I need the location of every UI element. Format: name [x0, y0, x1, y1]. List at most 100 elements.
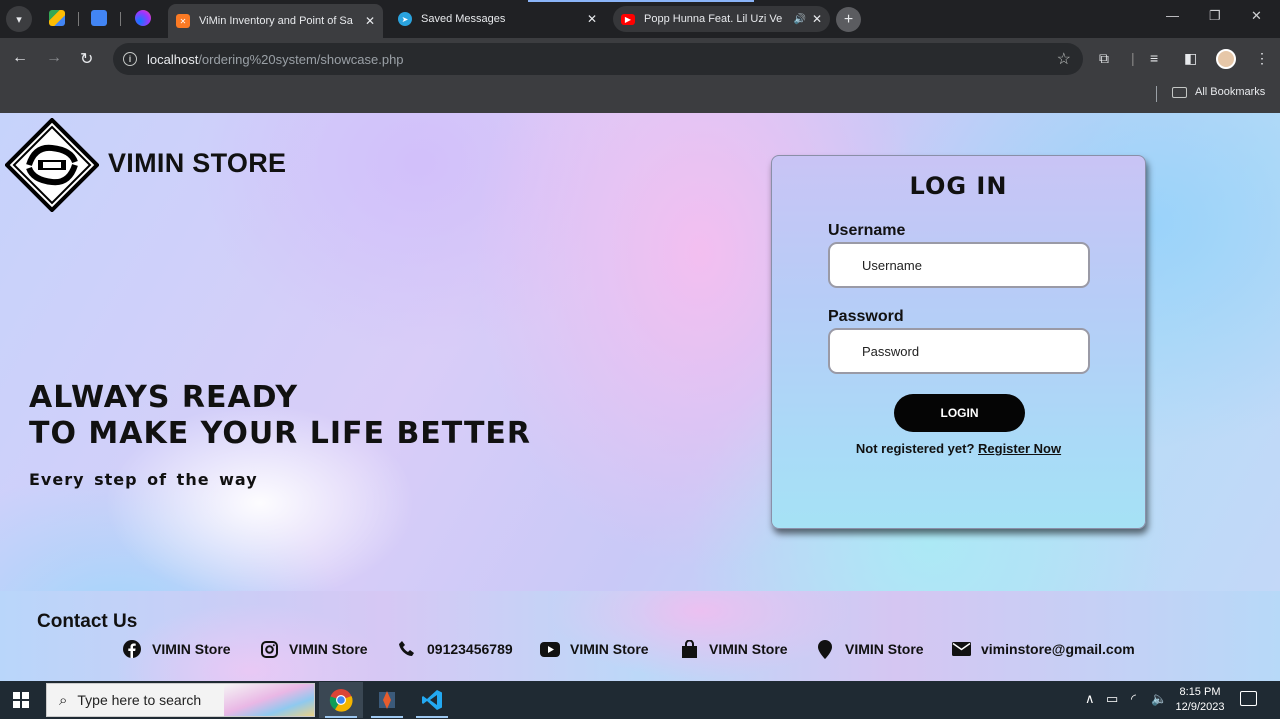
tab-saved-messages[interactable]: ➤ Saved Messages ✕ — [390, 4, 605, 34]
back-icon[interactable]: ← — [12, 49, 28, 67]
minimize-icon[interactable]: — — [1166, 8, 1179, 23]
close-icon[interactable]: ✕ — [812, 12, 822, 26]
contact-title: Contact Us — [37, 611, 138, 632]
tab-youtube-music[interactable]: ▶ Popp Hunna Feat. Lil Uzi Ve 🔊 ✕ — [613, 6, 830, 32]
shopping-bag-icon — [679, 639, 699, 659]
search-highlight-art — [224, 684, 314, 716]
username-label: Username — [828, 222, 906, 239]
reload-icon[interactable]: ↻ — [80, 49, 93, 69]
tab-search-button[interactable]: ▾ — [6, 6, 32, 32]
tab-vimin-inventory[interactable]: ✕ ViMin Inventory and Point of Sa ✕ — [168, 4, 383, 38]
chrome-icon — [329, 689, 353, 712]
username-input[interactable] — [828, 242, 1090, 288]
contact-text: VIMIN Store — [709, 641, 788, 657]
youtube-icon — [540, 639, 560, 659]
wifi-icon[interactable]: ◜ — [1131, 691, 1136, 707]
contact-footer: Contact Us VIMIN Store VIMIN Store 09123… — [0, 591, 1280, 681]
google-docs-icon[interactable] — [91, 10, 107, 26]
tray-expand-icon[interactable]: ∧ — [1085, 691, 1095, 707]
media-controls-icon[interactable]: ≡ — [1150, 50, 1158, 66]
contact-youtube[interactable]: VIMIN Store — [540, 639, 649, 659]
active-app-indicator — [325, 716, 357, 718]
toolbar-divider: | — [1131, 50, 1135, 66]
all-bookmarks-button[interactable]: All Bookmarks — [1172, 86, 1265, 98]
hero-subtitle: Every step of the way — [29, 470, 258, 489]
profile-avatar[interactable] — [1216, 49, 1236, 69]
contact-email[interactable]: viminstore@gmail.com — [951, 639, 1135, 659]
contact-text: VIMIN Store — [845, 641, 924, 657]
browser-toolbar: ← → ↻ i localhost/ordering%20system/show… — [0, 38, 1280, 80]
windows-start-icon[interactable] — [13, 692, 29, 708]
active-app-indicator — [416, 716, 448, 718]
pinned-tab-divider — [120, 12, 121, 26]
youtube-icon: ▶ — [621, 13, 635, 25]
contact-text: VIMIN Store — [570, 641, 649, 657]
login-button[interactable]: LOGIN — [894, 394, 1025, 432]
pinned-tab-divider — [78, 12, 79, 26]
taskbar-chrome[interactable] — [319, 682, 363, 718]
contact-phone[interactable]: 09123456789 — [397, 639, 513, 659]
register-row: Not registered yet? Register Now — [772, 441, 1145, 456]
vscode-icon — [422, 690, 442, 710]
notifications-icon[interactable] — [1240, 691, 1257, 706]
contact-text: VIMIN Store — [289, 641, 368, 657]
taskbar-search-box[interactable]: ⌕ Type here to search — [46, 683, 315, 717]
bookmarks-divider — [1156, 86, 1157, 102]
taskbar-vscode[interactable] — [410, 682, 454, 718]
battery-icon[interactable]: ▭ — [1106, 691, 1118, 707]
window-close-icon[interactable]: ✕ — [1251, 8, 1262, 24]
facebook-icon — [122, 639, 142, 659]
location-pin-icon — [815, 639, 835, 659]
site-info-icon[interactable]: i — [123, 52, 137, 66]
contact-facebook[interactable]: VIMIN Store — [122, 639, 231, 659]
login-card: LOG IN Username Password LOGIN Not regis… — [771, 155, 1146, 529]
speaker-icon[interactable]: 🔊 — [793, 14, 805, 25]
password-input[interactable] — [828, 328, 1090, 374]
forward-icon[interactable]: → — [46, 49, 62, 67]
extensions-icon[interactable]: ⧉ — [1099, 50, 1109, 67]
clock-date: 12/9/2023 — [1175, 701, 1225, 713]
url-path: /ordering%20system/showcase.php — [198, 51, 404, 67]
taskbar-app-2[interactable] — [365, 682, 409, 718]
tab-title: Saved Messages — [421, 13, 506, 25]
hero-headline-line2: TO MAKE YOUR LIFE BETTER — [29, 416, 532, 451]
login-title: LOG IN — [909, 172, 1008, 200]
menu-kebab-icon[interactable]: ⋮ — [1255, 50, 1269, 67]
register-now-link[interactable]: Register Now — [978, 441, 1061, 456]
url-host: localhost — [147, 51, 199, 67]
password-label: Password — [828, 308, 904, 325]
telegram-icon: ➤ — [398, 12, 412, 26]
contact-instagram[interactable]: VIMIN Store — [259, 639, 368, 659]
page-viewport: VIMIN STORE ALWAYS READY TO MAKE YOUR LI… — [0, 113, 1280, 681]
close-icon[interactable]: ✕ — [587, 12, 597, 26]
all-bookmarks-label: All Bookmarks — [1195, 86, 1266, 98]
bookmark-star-icon[interactable]: ☆ — [1057, 49, 1071, 69]
hero-headline-line1: ALWAYS READY — [29, 380, 299, 415]
new-tab-button[interactable]: + — [836, 7, 861, 32]
tab-title: Popp Hunna Feat. Lil Uzi Ve — [644, 13, 783, 25]
contact-shop[interactable]: VIMIN Store — [679, 639, 788, 659]
contact-text: 09123456789 — [427, 641, 513, 657]
restore-icon[interactable]: ❐ — [1209, 8, 1221, 24]
envelope-icon — [951, 639, 971, 659]
messenger-icon[interactable] — [135, 10, 151, 26]
windows-taskbar: ⌕ Type here to search ∧ ▭ ◜ 🔈 8:15 PM 12… — [0, 681, 1280, 719]
app-icon — [379, 691, 395, 709]
google-drive-icon[interactable] — [49, 10, 65, 26]
instagram-icon — [259, 639, 279, 659]
browser-tab-strip: ▾ ✕ ViMin Inventory and Point of Sa ✕ ➤ … — [0, 0, 1280, 38]
address-bar[interactable]: i localhost/ordering%20system/showcase.p… — [113, 43, 1083, 75]
contact-location[interactable]: VIMIN Store — [815, 639, 924, 659]
vimin-logo — [5, 118, 99, 212]
tab-title: ViMin Inventory and Point of Sa — [199, 15, 353, 27]
xampp-icon: ✕ — [176, 14, 190, 28]
close-icon[interactable]: ✕ — [365, 14, 375, 28]
active-app-indicator — [371, 716, 403, 718]
taskbar-clock[interactable]: 8:15 PM 12/9/2023 — [1170, 685, 1230, 715]
brand-name: VIMIN STORE — [108, 148, 287, 178]
side-panel-icon[interactable]: ◧ — [1184, 50, 1197, 67]
contact-text: viminstore@gmail.com — [981, 641, 1135, 657]
register-prompt: Not registered yet? — [855, 441, 975, 456]
phone-icon — [397, 639, 417, 659]
volume-icon[interactable]: 🔈 — [1151, 691, 1167, 707]
